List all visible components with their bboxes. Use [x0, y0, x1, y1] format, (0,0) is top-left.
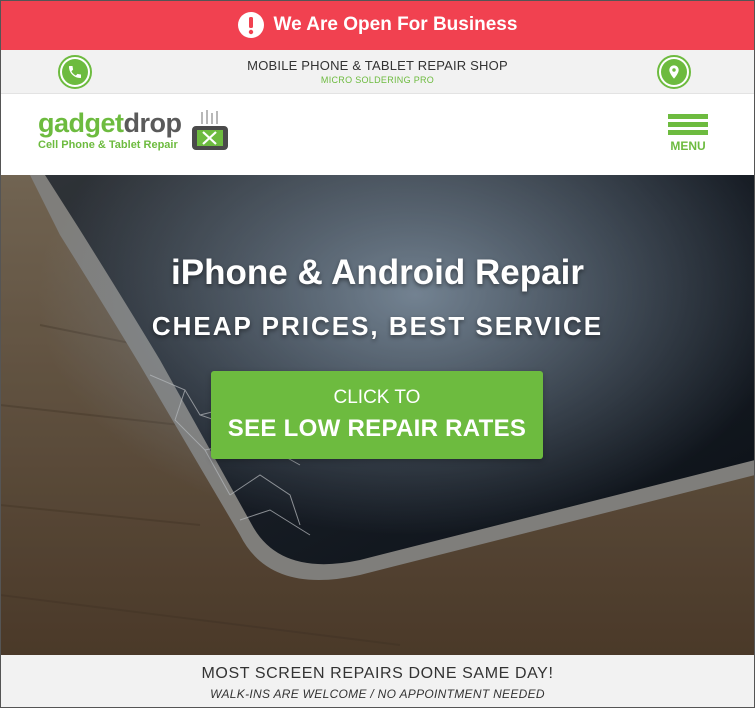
location-button[interactable]: [657, 55, 691, 89]
menu-label: MENU: [670, 139, 706, 153]
cta-line-2: SEE LOW REPAIR RATES: [227, 415, 527, 442]
logo-tagline: Cell Phone & Tablet Repair: [38, 139, 178, 151]
see-repair-rates-button[interactable]: CLICK TO SEE LOW REPAIR RATES: [211, 371, 543, 459]
shop-subtitle: MICRO SOLDERING PRO: [320, 75, 435, 85]
cta-line-1: CLICK TO: [333, 387, 421, 408]
same-day-title: MOST SCREEN REPAIRS DONE SAME DAY!: [201, 665, 554, 682]
hero-subtitle: CHEAP PRICES, BEST SERVICE: [151, 311, 604, 341]
logo-wordmark: gadgetdrop: [38, 108, 182, 138]
hero-title: iPhone & Android Repair: [171, 253, 584, 292]
same-day-banner: MOST SCREEN REPAIRS DONE SAME DAY! WALK-…: [0, 655, 755, 708]
map-pin-icon: [661, 59, 687, 85]
hero-section: iPhone & Android Repair CHEAP PRICES, BE…: [0, 175, 755, 655]
info-bar: MOBILE PHONE & TABLET REPAIR SHOP MICRO …: [0, 50, 755, 94]
phone-repair-logo-icon: [190, 110, 230, 161]
alert-text: We Are Open For Business: [273, 14, 518, 35]
menu-button[interactable]: MENU: [667, 114, 709, 154]
site-header: gadgetdrop Cell Phone & Tablet Repair ME…: [0, 94, 755, 174]
hamburger-icon: [668, 114, 708, 138]
alert-bar: We Are Open For Business: [0, 0, 755, 50]
exclamation-icon: [237, 12, 264, 38]
shop-title: MOBILE PHONE & TABLET REPAIR SHOP: [247, 58, 508, 73]
site-logo[interactable]: gadgetdrop Cell Phone & Tablet Repair: [38, 106, 238, 156]
walk-ins-note: WALK-INS ARE WELCOME / NO APPOINTMENT NE…: [210, 687, 545, 701]
